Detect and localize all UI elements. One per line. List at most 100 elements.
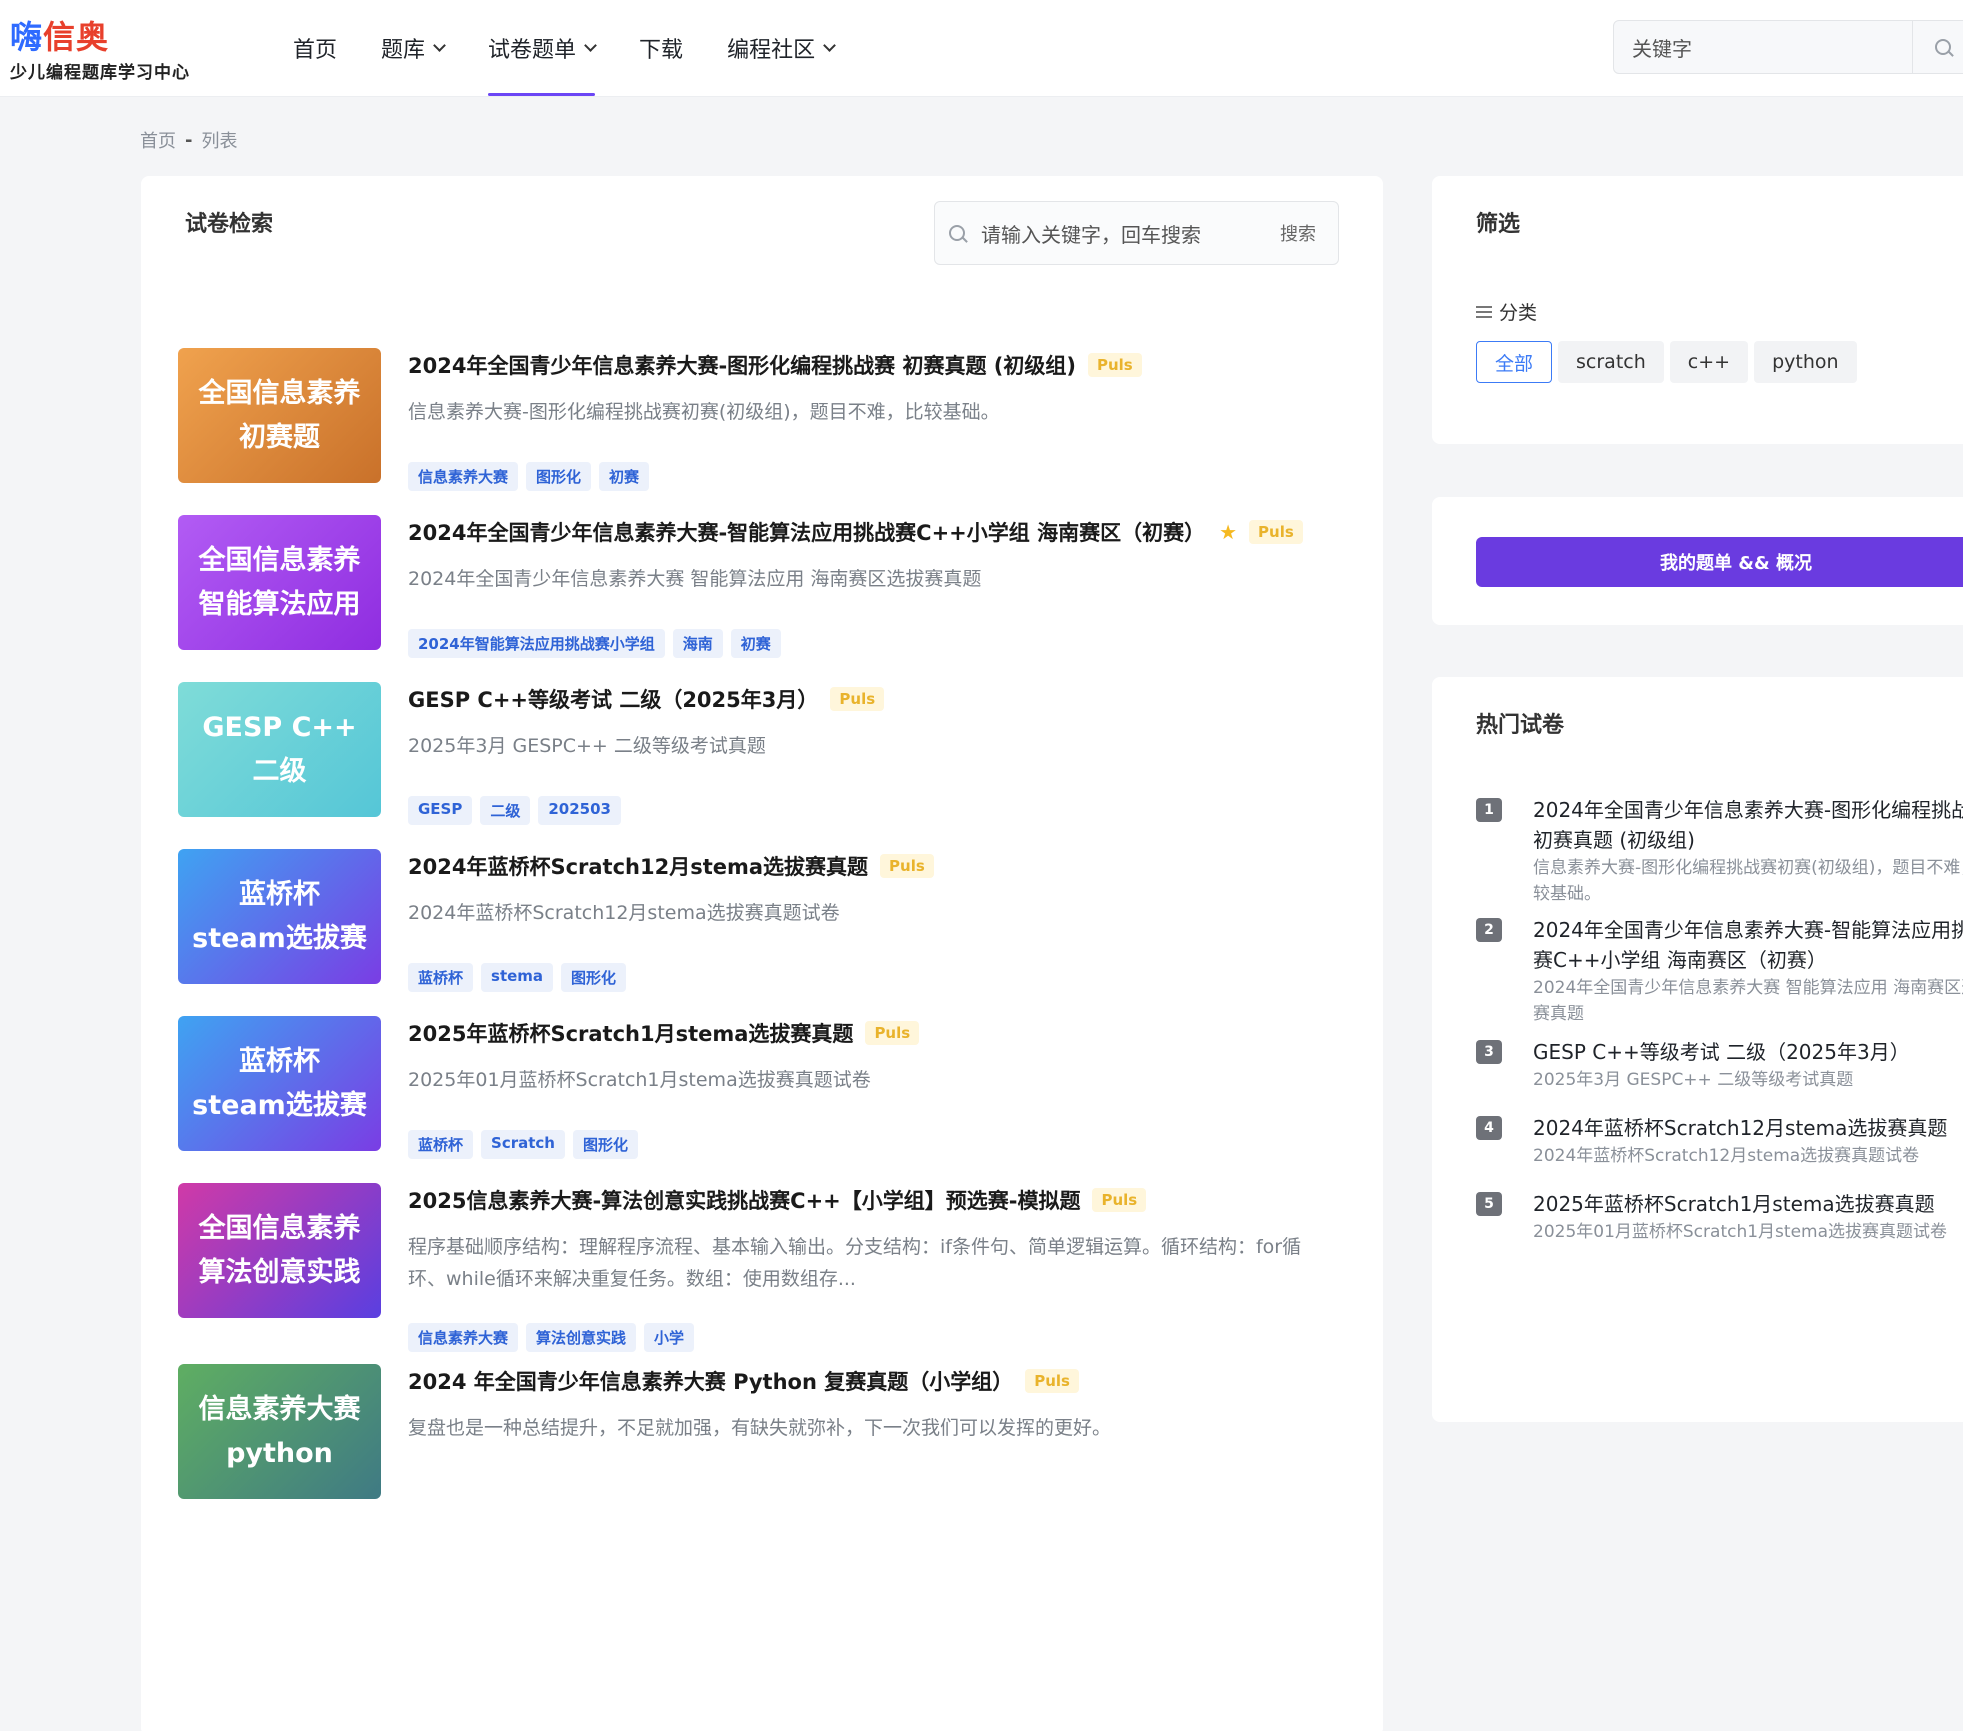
paper-cover[interactable]: 全国信息素养 智能算法应用 xyxy=(178,515,381,650)
paper-tag[interactable]: 信息素养大赛 xyxy=(408,1323,519,1352)
paper-title[interactable]: 2025年蓝桥杯Scratch1月stema选拔赛真题 Puls xyxy=(408,1018,920,1048)
paper-item[interactable]: 信息素养大赛 python 2024 年全国青少年信息素养大赛 Python 复赛真… xyxy=(178,1364,1348,1573)
chip-scratch[interactable]: scratch xyxy=(1558,341,1664,383)
paper-title[interactable]: 2025信息素养大赛-算法创意实践挑战赛C++【小学组】预选赛-模拟题 Puls xyxy=(408,1185,1147,1215)
paper-tag[interactable]: 算法创意实践 xyxy=(526,1323,637,1352)
paper-title[interactable]: GESP C++等级考试 二级（2025年3月） Puls xyxy=(408,684,885,714)
hot-paper-description: 2024年蓝桥杯Scratch12月stema选拔赛真题试卷 xyxy=(1533,1146,1920,1166)
chip-cpp[interactable]: c++ xyxy=(1669,341,1749,383)
chip-python[interactable]: python xyxy=(1754,341,1857,383)
nav-item-download[interactable]: 下载 xyxy=(621,0,701,96)
my-list-button[interactable]: 我的题单 && 概况 xyxy=(1476,537,1963,587)
logo-text: 嗨信奥 xyxy=(10,18,110,56)
paper-tag[interactable]: 蓝桥杯 xyxy=(408,963,474,992)
paper-cover[interactable]: 蓝桥杯 steam选拔赛 xyxy=(178,849,381,984)
hot-paper-title[interactable]: GESP C++等级考试 二级（2025年3月） xyxy=(1533,1037,1963,1067)
header-search-button[interactable] xyxy=(1912,21,1963,73)
paper-title[interactable]: 2024年蓝桥杯Scratch12月stema选拔赛真题 Puls xyxy=(408,851,934,881)
hot-paper-title[interactable]: 2024年全国青少年信息素养大赛-智能算法应用挑战赛C++小学组 海南赛区（初赛… xyxy=(1533,915,1963,975)
search-icon xyxy=(949,225,965,241)
paper-search-input[interactable]: 请输入关键字，回车搜索 xyxy=(965,219,1258,248)
rank-badge: 3 xyxy=(1476,1040,1502,1064)
menu-icon xyxy=(1476,305,1492,318)
hot-paper-item[interactable]: 5 2025年蓝桥杯Scratch1月stema选拔赛真题 2025年01月蓝桥杯S… xyxy=(1476,1189,1963,1245)
hot-paper-description: 2024年全国青少年信息素养大赛 智能算法应用 海南赛区选拔赛真题 xyxy=(1533,978,1963,1024)
site-logo[interactable]: 嗨信奥 少儿编程题库学习中心 xyxy=(10,18,190,83)
paper-tag[interactable]: 202503 xyxy=(538,796,621,825)
hot-paper-item[interactable]: 3 GESP C++等级考试 二级（2025年3月） 2025年3月 GESPC++… xyxy=(1476,1037,1963,1093)
paper-description: 程序基础顺序结构：理解程序流程、基本输入输出。分支结构：if条件句、简单逻辑运算… xyxy=(408,1236,1302,1290)
nav-item-community[interactable]: 编程社区 xyxy=(709,0,852,96)
main-nav: 首页 题库 试卷题单 下载 编程社区 xyxy=(275,0,860,96)
paper-item[interactable]: 全国信息素养 算法创意实践 2025信息素养大赛-算法创意实践挑战赛C++【小学组】… xyxy=(178,1183,1348,1392)
hot-paper-description: 2025年01月蓝桥杯Scratch1月stema选拔赛真题试卷 xyxy=(1533,1222,1948,1242)
paper-tag[interactable]: GESP xyxy=(408,796,473,825)
category-label: 分类 xyxy=(1476,298,1537,325)
paper-tag[interactable]: 小学 xyxy=(644,1323,695,1352)
cover-line: python xyxy=(226,1437,333,1469)
plus-badge: Puls xyxy=(880,854,934,878)
paper-search-panel: 试卷检索 请输入关键字，回车搜索 搜索 全国信息素养 初赛题 2024年全国青少年信… xyxy=(141,176,1383,1731)
paper-tag[interactable]: Scratch xyxy=(481,1130,565,1159)
paper-cover[interactable]: 蓝桥杯 steam选拔赛 xyxy=(178,1016,381,1151)
cover-line: 算法创意实践 xyxy=(198,1256,361,1288)
paper-search-box[interactable]: 请输入关键字，回车搜索 搜索 xyxy=(934,201,1339,265)
paper-cover[interactable]: 信息素养大赛 python xyxy=(178,1364,381,1499)
hot-paper-description: 2025年3月 GESPC++ 二级等级考试真题 xyxy=(1533,1070,1854,1090)
cover-line: 蓝桥杯 xyxy=(239,878,320,910)
paper-tag[interactable]: 蓝桥杯 xyxy=(408,1130,474,1159)
panel-title: 试卷检索 xyxy=(185,212,274,237)
top-header: 嗨信奥 少儿编程题库学习中心 首页 题库 试卷题单 下载 编程社区 关键字 xyxy=(0,0,1963,96)
hot-paper-title[interactable]: 2024年全国青少年信息素养大赛-图形化编程挑战赛 初赛真题 (初级组) xyxy=(1533,795,1963,855)
paper-tag[interactable]: stema xyxy=(481,963,554,992)
paper-tags: 信息素养大赛 算法创意实践 小学 xyxy=(408,1323,702,1352)
paper-tag[interactable]: 图形化 xyxy=(572,1130,638,1159)
paper-tag[interactable]: 图形化 xyxy=(526,462,592,491)
hot-paper-item[interactable]: 4 2024年蓝桥杯Scratch12月stema选拔赛真题 2024年蓝桥杯Scr… xyxy=(1476,1113,1963,1169)
paper-cover[interactable]: 全国信息素养 算法创意实践 xyxy=(178,1183,381,1318)
plus-badge: Puls xyxy=(1092,1188,1147,1212)
nav-item-question-bank[interactable]: 题库 xyxy=(363,0,462,96)
paper-description: 2024年全国青少年信息素养大赛 智能算法应用 海南赛区选拔赛真题 xyxy=(408,568,982,590)
paper-tag[interactable]: 2024年智能算法应用挑战赛小学组 xyxy=(408,629,665,658)
paper-cover[interactable]: 全国信息素养 初赛题 xyxy=(178,348,381,483)
rank-badge: 4 xyxy=(1476,1116,1502,1140)
paper-description: 2025年01月蓝桥杯Scratch1月stema选拔赛真题试卷 xyxy=(408,1069,871,1091)
paper-description: 2024年蓝桥杯Scratch12月stema选拔赛真题试卷 xyxy=(408,902,840,924)
paper-title[interactable]: 2024年全国青少年信息素养大赛-智能算法应用挑战赛C++小学组 海南赛区（初赛… xyxy=(408,517,1303,547)
nav-item-papers[interactable]: 试卷题单 xyxy=(470,0,613,96)
paper-tag[interactable]: 图形化 xyxy=(561,963,627,992)
chip-all[interactable]: 全部 xyxy=(1476,341,1553,383)
my-list-panel: 我的题单 && 概况 xyxy=(1432,497,1963,625)
paper-tags: 信息素养大赛 图形化 初赛 xyxy=(408,462,657,491)
filter-title: 筛选 xyxy=(1476,212,1521,237)
header-search-input[interactable]: 关键字 xyxy=(1614,33,1912,62)
rank-badge: 2 xyxy=(1476,918,1502,942)
paper-title[interactable]: 2024 年全国青少年信息素养大赛 Python 复赛真题（小学组） Puls xyxy=(408,1366,1079,1396)
hot-papers-title: 热门试卷 xyxy=(1476,713,1565,738)
rank-badge: 1 xyxy=(1476,798,1502,822)
paper-search-button[interactable]: 搜索 xyxy=(1258,220,1338,246)
hot-paper-item[interactable]: 2 2024年全国青少年信息素养大赛-智能算法应用挑战赛C++小学组 海南赛区（初… xyxy=(1476,915,1963,1027)
paper-tag[interactable]: 二级 xyxy=(480,796,531,825)
header-search[interactable]: 关键字 xyxy=(1613,20,1963,74)
paper-title[interactable]: 2024年全国青少年信息素养大赛-图形化编程挑战赛 初赛真题 (初级组) Puls xyxy=(408,350,1142,380)
paper-tag[interactable]: 初赛 xyxy=(599,462,650,491)
breadcrumb-separator: - xyxy=(185,129,193,151)
hot-paper-title[interactable]: 2024年蓝桥杯Scratch12月stema选拔赛真题 xyxy=(1533,1113,1963,1143)
paper-cover[interactable]: GESP C++ 二级 xyxy=(178,682,381,817)
plus-badge: Puls xyxy=(830,687,885,711)
breadcrumb-home[interactable]: 首页 xyxy=(140,127,176,153)
paper-tag[interactable]: 海南 xyxy=(672,629,723,658)
paper-tag[interactable]: 初赛 xyxy=(730,629,781,658)
cover-line: 智能算法应用 xyxy=(198,588,361,620)
nav-item-home[interactable]: 首页 xyxy=(275,0,355,96)
breadcrumb: 首页 - 列表 xyxy=(140,127,237,153)
logo-subtitle: 少儿编程题库学习中心 xyxy=(10,63,190,83)
cover-line: 蓝桥杯 xyxy=(239,1045,320,1077)
search-icon xyxy=(1934,39,1951,55)
hot-paper-item[interactable]: 1 2024年全国青少年信息素养大赛-图形化编程挑战赛 初赛真题 (初级组) 信息素… xyxy=(1476,795,1963,907)
hot-paper-title[interactable]: 2025年蓝桥杯Scratch1月stema选拔赛真题 xyxy=(1533,1189,1963,1219)
breadcrumb-current: 列表 xyxy=(201,131,238,152)
paper-tag[interactable]: 信息素养大赛 xyxy=(408,462,519,491)
